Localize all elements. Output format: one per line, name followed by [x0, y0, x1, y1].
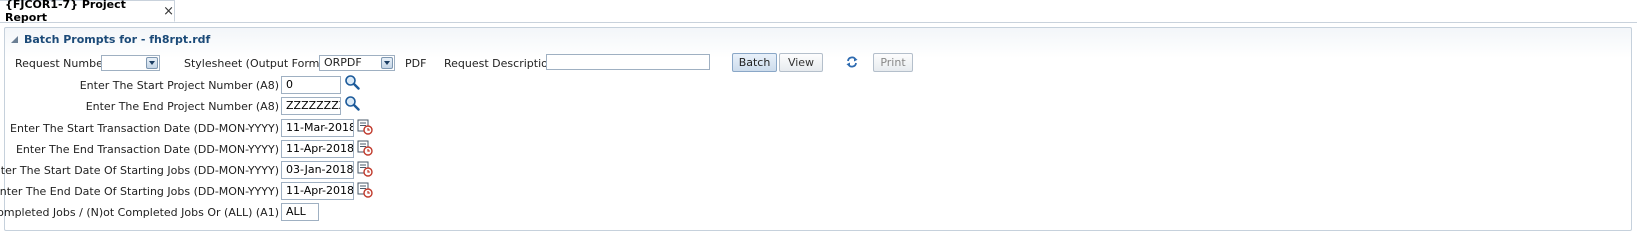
start-project-number-input[interactable]: 0: [281, 76, 341, 94]
close-icon[interactable]: ×: [163, 4, 174, 19]
print-button[interactable]: Print: [873, 53, 913, 72]
magnifier-icon[interactable]: [344, 95, 360, 111]
chevron-down-icon[interactable]: [381, 57, 393, 69]
completed-jobs-input[interactable]: ALL: [281, 203, 319, 221]
calendar-icon[interactable]: [357, 140, 373, 156]
panel-header[interactable]: Batch Prompts for - fh8rpt.rdf: [11, 33, 210, 46]
start-date-starting-jobs-input[interactable]: 03-Jan-2018: [281, 161, 354, 179]
chevron-down-icon[interactable]: [146, 57, 158, 69]
request-number-select[interactable]: [101, 55, 160, 71]
prompt-label: Enter The Start Transaction Date (DD-MON…: [10, 122, 279, 135]
tab-project-report[interactable]: {FJCOR1-7} Project Report ×: [0, 0, 175, 24]
batch-button[interactable]: Batch: [732, 53, 777, 72]
calendar-icon[interactable]: [357, 182, 373, 198]
batch-prompts-panel: Batch Prompts for - fh8rpt.rdf Request N…: [0, 27, 1632, 231]
start-transaction-date-input[interactable]: 11-Mar-2018: [281, 119, 354, 137]
end-date-starting-jobs-input[interactable]: 11-Apr-2018: [281, 182, 354, 200]
tab-title: {FJCOR1-7} Project Report: [5, 0, 126, 24]
panel-title: Batch Prompts for - fh8rpt.rdf: [24, 33, 211, 46]
stylesheet-value: ORPDF: [324, 56, 362, 69]
end-project-number-input[interactable]: ZZZZZZZZ: [281, 97, 341, 115]
request-description-label: Request Description: [444, 57, 555, 70]
end-transaction-date-input[interactable]: 11-Apr-2018: [281, 140, 354, 158]
prompt-label: Enter The End Project Number (A8): [85, 100, 279, 113]
prompt-label: Enter The End Date Of Starting Jobs (DD-…: [0, 185, 279, 198]
prompt-label: Enter The Start Project Number (A8): [79, 79, 279, 92]
collapse-triangle-icon[interactable]: [11, 36, 18, 43]
prompt-label: Enter The Start Date Of Starting Jobs (D…: [0, 164, 279, 177]
magnifier-icon[interactable]: [344, 74, 360, 90]
calendar-icon[interactable]: [357, 161, 373, 177]
prompt-label: Enter The End Transaction Date (DD-MON-Y…: [15, 143, 279, 156]
stylesheet-select[interactable]: ORPDF: [319, 55, 395, 71]
stylesheet-label: Stylesheet (Output Format): [184, 57, 335, 70]
view-button[interactable]: View: [779, 53, 823, 72]
refresh-icon[interactable]: [845, 55, 859, 69]
calendar-icon[interactable]: [357, 119, 373, 135]
request-number-label: Request Number: [15, 57, 108, 70]
prompt-label: (C)ompleted Jobs / (N)ot Completed Jobs …: [0, 206, 279, 219]
tab-bar: {FJCOR1-7} Project Report ×: [0, 0, 1637, 24]
output-format-text: PDF: [405, 57, 427, 70]
request-description-input[interactable]: [546, 54, 710, 70]
